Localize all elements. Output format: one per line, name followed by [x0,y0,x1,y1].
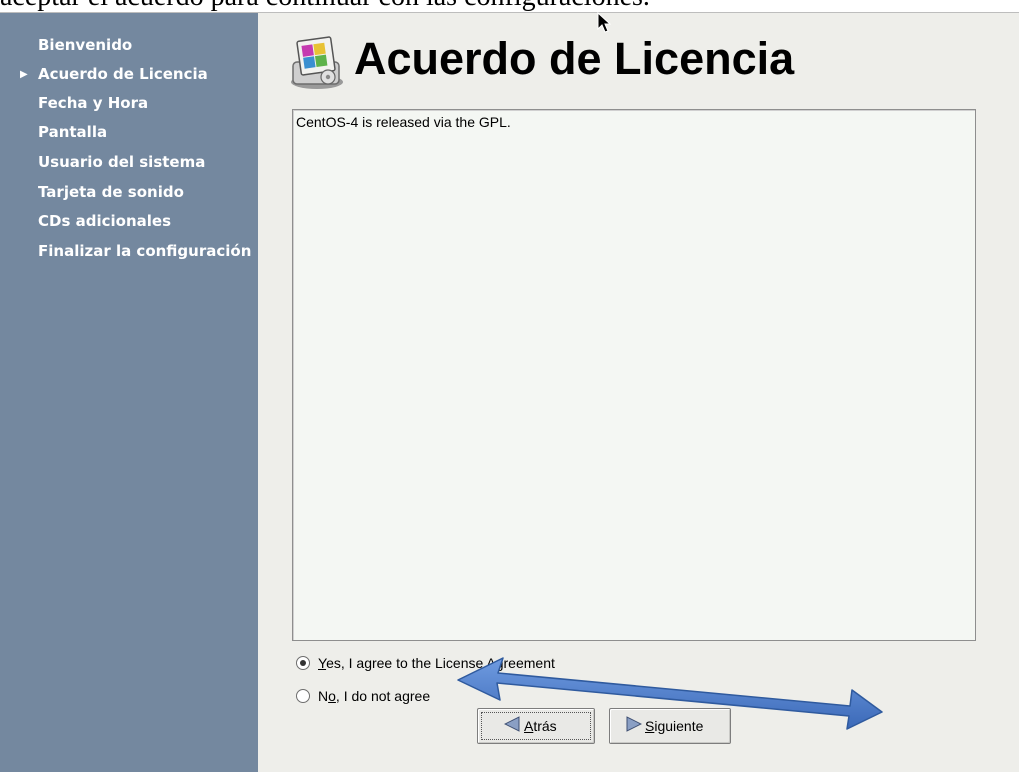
sidebar-item-usuario-del-sistema[interactable]: Usuario del sistema [38,153,205,171]
sidebar-item-pantalla[interactable]: Pantalla [38,123,107,141]
next-button-label: Siguiente [645,718,704,734]
disagree-radio[interactable] [296,689,310,703]
arrow-right-icon [626,716,642,732]
sidebar: Bienvenido ▶ Acuerdo de Licencia Fecha y… [0,13,258,772]
agree-label[interactable]: Yes, I agree to the License Agreement [318,655,555,671]
sidebar-item-fecha-y-hora[interactable]: Fecha y Hora [38,94,148,112]
page-title: Acuerdo de Licencia [354,33,795,84]
document-caption: aceptar el acuerdo para continuar con la… [0,0,1019,12]
license-text-area[interactable]: CentOS-4 is released via the GPL. [292,109,976,641]
sidebar-item-finalizar-la-configuracion[interactable]: Finalizar la configuración [38,242,251,260]
agree-radio[interactable] [296,656,310,670]
sidebar-item-cds-adicionales[interactable]: CDs adicionales [38,212,171,230]
triangle-right-icon: ▶ [20,69,28,80]
back-button-label: Atrás [524,718,557,734]
sidebar-item-acuerdo-de-licencia[interactable]: Acuerdo de Licencia [38,65,208,83]
main-panel: Acuerdo de Licencia CentOS-4 is released… [258,13,1019,772]
back-button[interactable]: Atrás [477,708,595,744]
license-text: CentOS-4 is released via the GPL. [296,114,511,130]
sidebar-item-tarjeta-de-sonido[interactable]: Tarjeta de sonido [38,183,184,201]
license-app-icon [291,36,343,89]
radio-selected-indicator [300,660,306,666]
next-button[interactable]: Siguiente [609,708,731,744]
mouse-pointer-icon [597,12,611,33]
arrow-left-icon [504,716,520,732]
disagree-label[interactable]: No, I do not agree [318,688,430,704]
sidebar-item-bienvenido[interactable]: Bienvenido [38,36,132,54]
